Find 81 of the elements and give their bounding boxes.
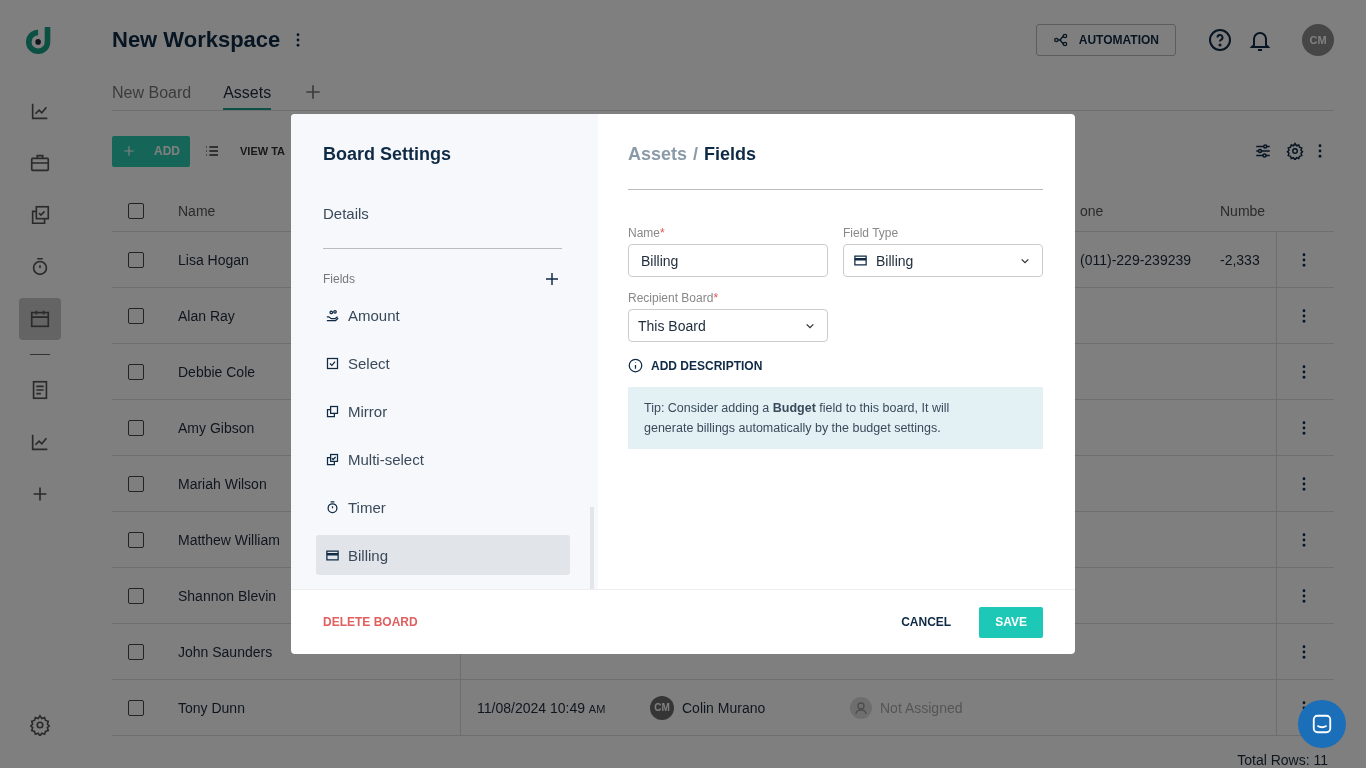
card-icon [853,253,868,268]
table-cell: Tony Dunn [178,699,245,716]
more-icon[interactable] [1301,364,1306,379]
dialog-title: Board Settings [323,144,452,165]
table-cell: (011)-229-239239 [1080,251,1192,268]
settings-icon[interactable] [1286,142,1304,160]
table-cell: 11/08/2024 10:49 AM [477,699,606,716]
field-item[interactable]: Mirror [316,391,570,431]
field-label: Recipient Board* [628,291,720,305]
checkbox[interactable] [128,307,144,324]
recipient-board-select[interactable]: This Board [628,309,828,342]
table-cell: Lisa Hogan [178,251,249,268]
view-tab-button[interactable]: VIEW TA [204,143,285,159]
more-icon[interactable] [1301,588,1306,603]
field-label: Field Type [843,226,900,240]
table-cell: Alan Ray [178,307,235,324]
more-icon[interactable] [1301,476,1306,491]
field-type-select[interactable]: Billing [843,244,1043,277]
user-avatar: CM [650,695,674,720]
workspace-title: New Workspace [112,27,281,53]
table-cell: Mariah Wilson [178,475,267,492]
column-header: Name [178,203,216,219]
cancel-button[interactable]: CANCEL [897,615,956,629]
field-label: Name* [628,226,666,240]
table-cell: Shannon Blevin [178,587,277,604]
automation-button[interactable]: AUTOMATION [1035,24,1176,56]
help-icon[interactable] [1208,28,1232,52]
filter-icon[interactable] [1254,142,1272,160]
checkbox[interactable] [128,531,144,548]
table-cell: Amy Gibson [178,419,255,436]
checkbox[interactable] [128,363,144,380]
add-icon[interactable] [544,271,560,287]
add-description-button[interactable]: ADD DESCRIPTION [628,358,763,373]
table-cell: -2,333 [1220,251,1260,268]
nav-item[interactable]: Details [323,205,369,222]
more-icon[interactable] [1301,308,1306,323]
copy-icon [325,403,340,419]
hand-coins-icon [325,307,340,323]
breadcrumb-separator: / [693,144,699,165]
table-cell: Matthew William [178,531,280,548]
person-icon [850,696,872,719]
column-header: Numbe [1220,203,1266,219]
table-cell: John Saunders [178,643,273,660]
more-icon[interactable] [296,33,301,47]
info-icon [628,358,643,373]
checked-copy-icon [325,451,340,467]
tip-message: Tip: Consider adding a Budget field to this board, It will generate billings automatically by the budget settings. [628,387,1043,449]
checkbox[interactable] [128,475,144,492]
checkbox[interactable] [128,587,144,604]
chat-button[interactable] [1298,700,1346,748]
field-item[interactable]: Select [316,343,570,383]
field-item[interactable]: Timer [316,487,570,527]
name-field[interactable]: Billing [628,244,828,277]
checkbox[interactable] [128,643,144,660]
field-item[interactable]: Billing [316,535,570,575]
checkbox[interactable] [128,419,144,436]
total-rows: Total Rows: 11 [1237,752,1328,768]
more-icon[interactable] [1301,644,1306,659]
field-item[interactable]: Multi-select [316,439,570,479]
checkbox-icon [325,355,340,371]
checkbox[interactable] [128,251,144,268]
more-icon[interactable] [1301,252,1306,267]
plus-icon [122,144,136,158]
calendar-icon[interactable] [19,298,61,340]
card-icon [325,547,340,563]
table-cell: Colin Murano [682,699,766,716]
board-tab[interactable]: Assets [223,84,272,110]
more-icon[interactable] [1301,532,1306,547]
timer-icon [325,499,340,515]
flow-icon [1052,32,1069,48]
breadcrumb-current: Fields [704,144,757,165]
more-icon[interactable] [1301,420,1306,435]
checkbox[interactable] [128,203,144,219]
field-item[interactable]: Amount [316,295,570,335]
column-header: one [1080,203,1104,219]
more-icon[interactable] [1318,144,1322,158]
chat-icon [1311,713,1333,735]
table-cell: Debbie Cole [178,363,256,380]
checkbox[interactable] [128,699,144,716]
list-icon [204,143,220,159]
section-label: Fields [323,272,355,286]
